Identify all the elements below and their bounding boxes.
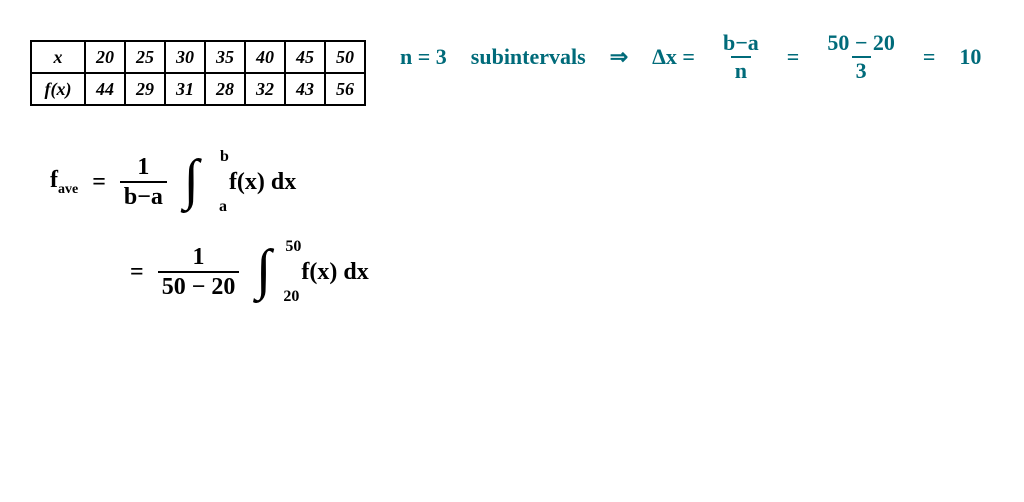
table-cell: 56 (325, 73, 365, 105)
fraction-1-over-50-minus-20: 1 50 − 20 (158, 245, 240, 299)
table-cell: 31 (165, 73, 205, 105)
table-cell: 20 (85, 41, 125, 73)
equals: = (130, 259, 144, 286)
equals: = (923, 44, 936, 70)
integral-icon: ∫ (183, 152, 198, 208)
table-cell: 25 (125, 41, 165, 73)
delta-x-label: Δx = (652, 44, 695, 70)
integral-icon: ∫ (255, 242, 270, 298)
integral-20-to-50: ∫ 50 20 (253, 240, 287, 304)
table-cell: 29 (125, 73, 165, 105)
table-cell: 50 (325, 41, 365, 73)
table-cell: 28 (205, 73, 245, 105)
fraction-50-minus-20-over-3: 50 − 20 3 (823, 32, 899, 82)
integral-a-to-b: ∫ b a (181, 150, 215, 214)
subintervals-label: subintervals (471, 44, 586, 70)
fave-symbol: fave (50, 167, 78, 198)
fraction-1-over-b-minus-a: 1 b−a (120, 155, 167, 209)
fave-definition: fave = 1 b−a ∫ b a f(x) dx (50, 150, 296, 214)
integrand: f(x) dx (229, 169, 296, 196)
table-cell: 45 (285, 41, 325, 73)
table-cell: 35 (205, 41, 245, 73)
implies-arrow: ⇒ (610, 44, 628, 70)
table-x-header: x (31, 41, 85, 73)
equals: = (787, 44, 800, 70)
equals: = (92, 169, 106, 196)
table-cell: 44 (85, 73, 125, 105)
table-cell: 40 (245, 41, 285, 73)
n-value: n = 3 (400, 44, 447, 70)
table-cell: 32 (245, 73, 285, 105)
table-cell: 30 (165, 41, 205, 73)
delta-x-derivation: n = 3 subintervals ⇒ Δx = b−a n = 50 − 2… (400, 32, 981, 82)
table-cell: 43 (285, 73, 325, 105)
integrand: f(x) dx (301, 259, 368, 286)
table-fx-header: f(x) (31, 73, 85, 105)
data-table: x 20 25 30 35 40 45 50 f(x) 44 29 31 28 … (30, 40, 366, 106)
fave-substituted: = 1 50 − 20 ∫ 50 20 f(x) dx (130, 240, 369, 304)
delta-x-result: 10 (959, 44, 981, 70)
fraction-b-minus-a-over-n: b−a n (719, 32, 763, 82)
